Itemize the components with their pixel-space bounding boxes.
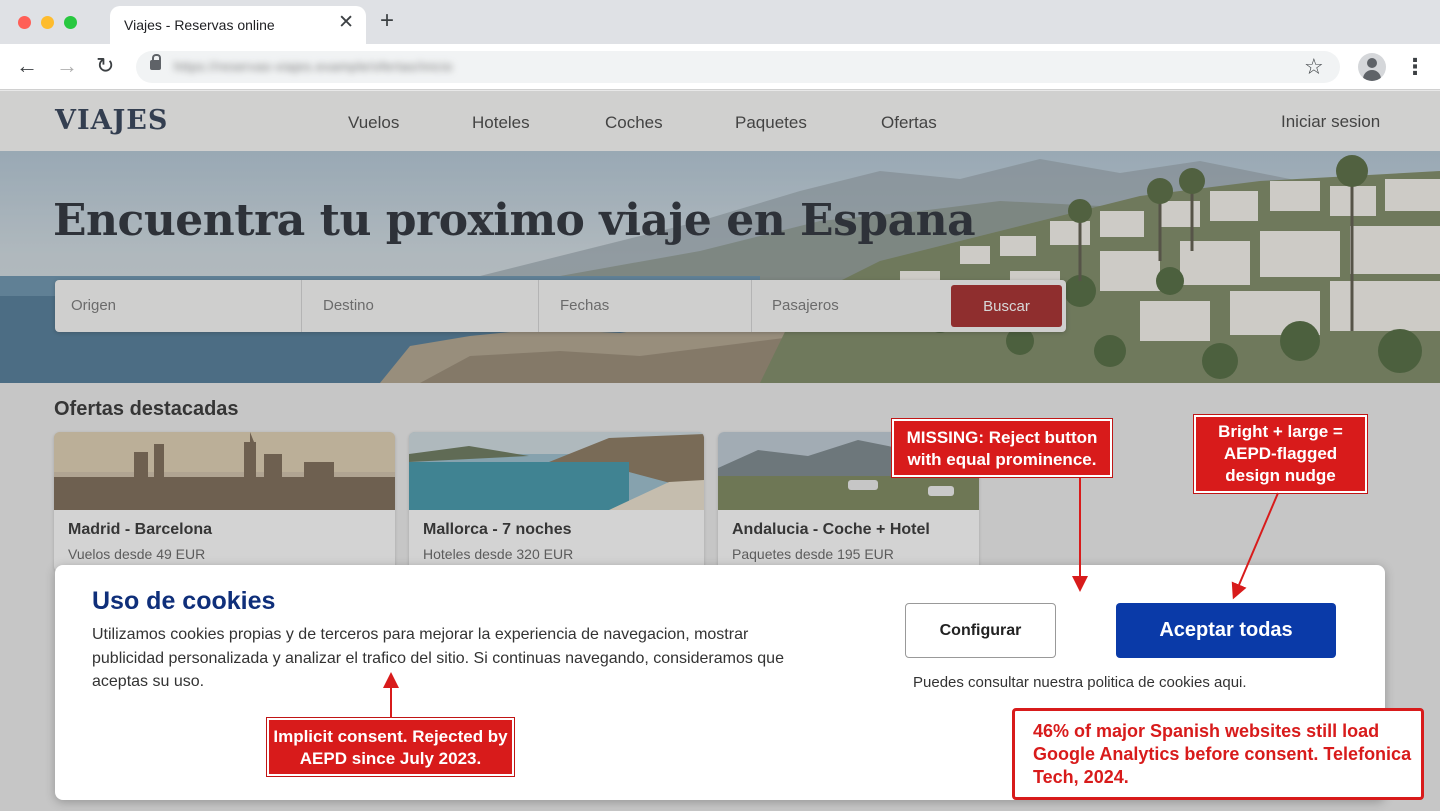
kebab-menu-icon[interactable]: ⋮ [1404,53,1426,81]
address-bar[interactable]: https://reservas-viajes.example/ofertas/… [136,51,1340,83]
plus-icon[interactable]: + [380,9,394,33]
maximize-window-icon[interactable] [64,16,77,29]
cookie-banner-text: Utilizamos cookies propias y de terceros… [92,626,784,690]
url-text: https://reservas-viajes.example/ofertas/… [174,59,453,74]
minimize-window-icon[interactable] [41,16,54,29]
cookie-policy-link[interactable]: Puedes consultar nuestra politica de coo… [913,674,1247,691]
accept-all-button[interactable]: Aceptar todas [1116,603,1336,658]
tab-title: Viajes - Reservas online [124,17,275,33]
star-icon[interactable]: ☆ [1304,53,1324,81]
annotation-design-nudge: Bright + large = AEPD-flagged design nud… [1194,415,1367,493]
browser-tabstrip: Viajes - Reservas online ✕ + [0,0,1440,44]
annotation-implicit-consent: Implicit consent. Rejected by AEPD since… [267,718,514,776]
forward-arrow-icon[interactable]: → [56,52,78,80]
configure-button[interactable]: Configurar [905,603,1056,658]
annotation-statistic: 46% of major Spanish websites still load… [1012,708,1424,800]
cookie-banner-title: Uso de cookies [92,587,276,615]
close-window-icon[interactable] [18,16,31,29]
close-icon[interactable]: ✕ [338,13,354,32]
profile-icon[interactable] [1358,53,1386,81]
back-arrow-icon[interactable]: ← [16,52,38,80]
reload-icon[interactable]: ↻ [96,52,114,80]
browser-toolbar: ← → ↻ https://reservas-viajes.example/of… [0,44,1440,90]
browser-tab[interactable]: Viajes - Reservas online ✕ [110,6,366,44]
lock-icon [150,54,161,70]
annotation-missing-reject: MISSING: Reject button with equal promin… [892,419,1112,477]
